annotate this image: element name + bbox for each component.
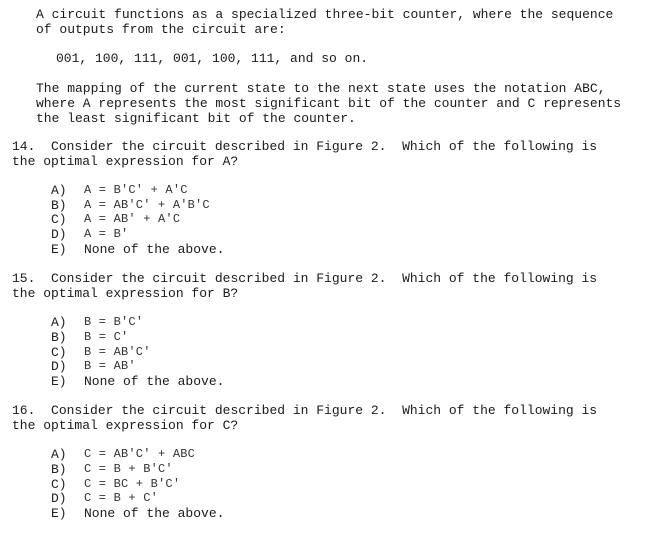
option-label: B) (51, 462, 67, 477)
option-text: None of the above. (84, 242, 225, 257)
option-text: C = AB′C′ + ABC (84, 447, 196, 461)
question-number: 14. (12, 139, 36, 154)
question-number: 15. (12, 271, 36, 286)
option-label: B) (51, 198, 67, 213)
question-stem-line: Consider the circuit described in Figure… (51, 271, 598, 286)
question-stem: 14. Consider the circuit described in Fi… (12, 139, 597, 154)
option-label: E) (51, 242, 67, 257)
intro-text-line: where A represents the most significant … (36, 96, 622, 111)
option-text: B = AB′C′ (84, 345, 151, 359)
option-text: A = AB′ + A′C (84, 212, 181, 226)
option-text: B = AB′ (84, 359, 136, 373)
option-text: A = B′C′ + A′C (84, 183, 188, 197)
option-label: D) (51, 491, 67, 506)
question-stem-line: the optimal expression for C? (12, 418, 239, 433)
intro-text-line: of outputs from the circuit are: (36, 22, 286, 37)
option-label: B) (51, 330, 67, 345)
option-text: C = B + B′C′ (84, 462, 173, 476)
option-label: C) (51, 477, 67, 492)
option-text: None of the above. (84, 506, 225, 521)
intro-text-line: The mapping of the current state to the … (36, 81, 606, 96)
option-label: C) (51, 345, 67, 360)
output-sequence: 001, 100, 111, 001, 100, 111, and so on. (56, 51, 369, 66)
intro-text-line: the least significant bit of the counter… (36, 111, 356, 126)
option-text: C = B + C′ (84, 491, 159, 505)
question-stem-line: Consider the circuit described in Figure… (51, 403, 598, 418)
question-number: 16. (12, 403, 36, 418)
option-label: A) (51, 315, 67, 330)
option-label: A) (51, 447, 67, 462)
option-label: D) (51, 227, 67, 242)
intro-text-line: A circuit functions as a specialized thr… (36, 7, 614, 22)
option-label: D) (51, 359, 67, 374)
option-text: B = B′C′ (84, 315, 144, 329)
option-label: C) (51, 212, 67, 227)
question-stem: 16. Consider the circuit described in Fi… (12, 403, 597, 418)
option-text: C = BC + B′C′ (84, 477, 181, 491)
option-label: E) (51, 374, 67, 389)
question-stem-line: Consider the circuit described in Figure… (51, 139, 598, 154)
option-label: E) (51, 506, 67, 521)
option-text: B = C′ (84, 330, 129, 344)
option-text: A = B′ (84, 227, 129, 241)
option-text: A = AB′C′ + A′B′C (84, 198, 210, 212)
question-stem: 15. Consider the circuit described in Fi… (12, 271, 597, 286)
question-stem-line: the optimal expression for A? (12, 154, 239, 169)
question-stem-line: the optimal expression for B? (12, 286, 239, 301)
option-text: None of the above. (84, 374, 225, 389)
option-label: A) (51, 183, 67, 198)
